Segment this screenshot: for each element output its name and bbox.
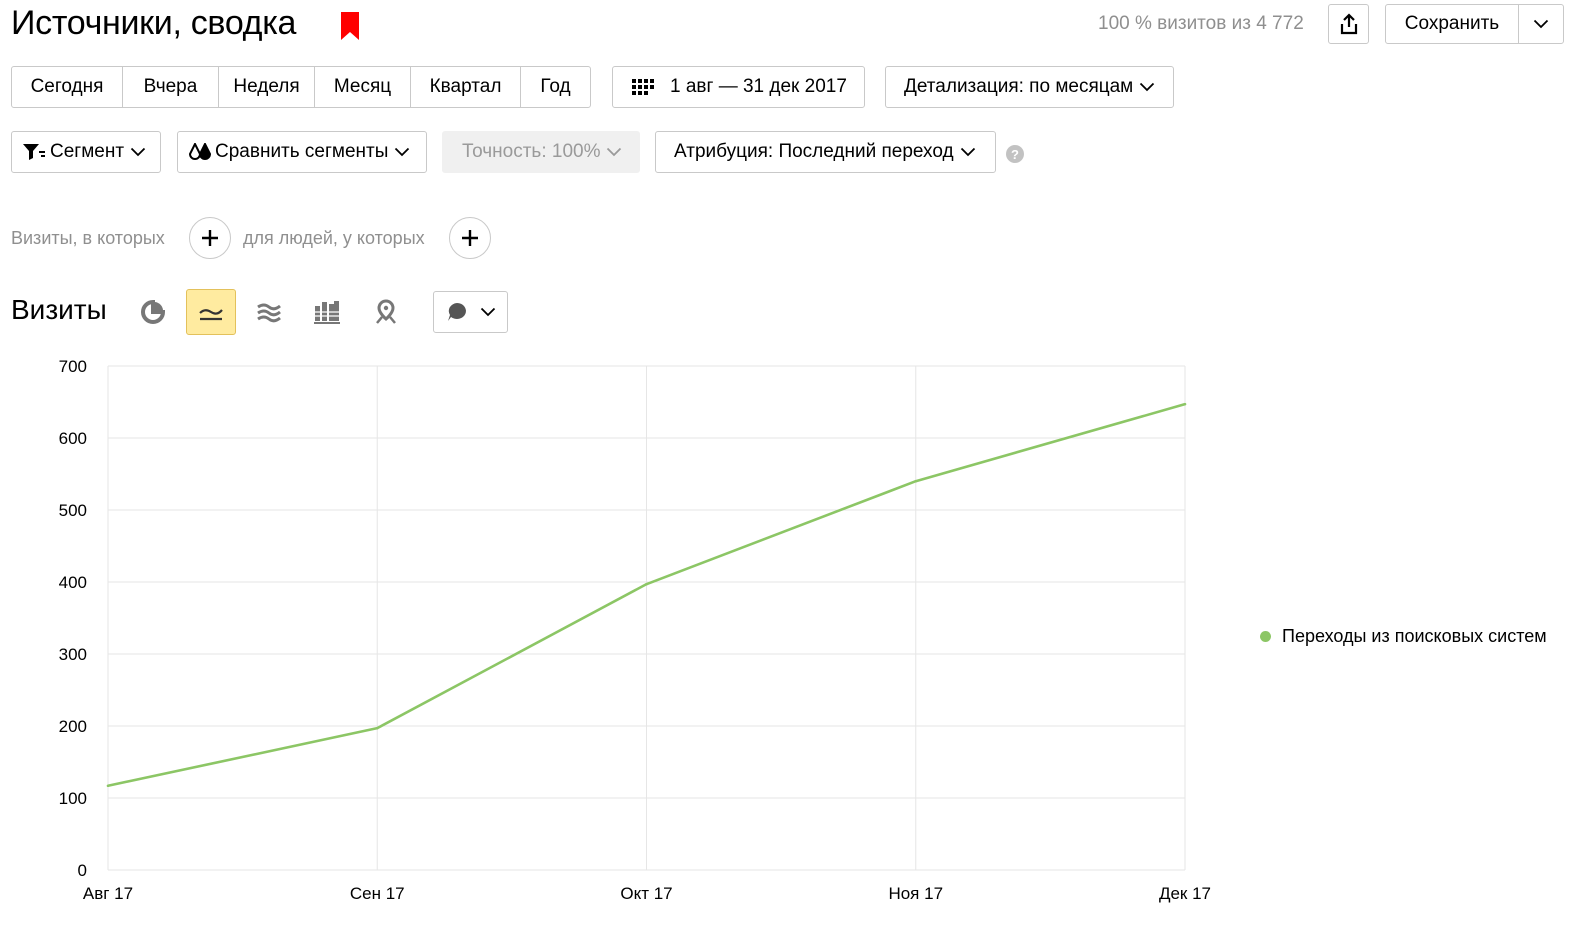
add-people-condition-button[interactable] <box>449 217 491 259</box>
y-tick-label: 400 <box>59 573 87 592</box>
date-range-label: 1 авг — 31 дек 2017 <box>670 76 847 97</box>
stacked-bar-icon <box>314 301 340 324</box>
chevron-down-icon <box>1533 19 1549 29</box>
chevron-down-icon <box>1140 82 1155 92</box>
area-icon <box>257 303 281 323</box>
segment-label: Сегмент <box>50 141 125 162</box>
data-point <box>914 479 918 483</box>
x-tick-label: Авг 17 <box>83 884 133 903</box>
visits-condition-label: Визиты, в которых <box>11 228 165 248</box>
pie-icon <box>141 300 165 324</box>
people-condition-label: для людей, у которых <box>243 228 425 248</box>
date-range-button[interactable]: 1 авг — 31 дек 2017 <box>612 66 865 108</box>
visits-line-chart: 0 100 200 300 400 500 600 700 Авг 17 Сен 17 Окт 17… <box>59 357 1211 903</box>
period-yesterday[interactable]: Вчера <box>123 67 219 107</box>
share-icon <box>1340 13 1357 35</box>
period-quarter[interactable]: Квартал <box>411 67 521 107</box>
x-tick-label: Дек 17 <box>1159 884 1211 903</box>
y-tick-label: 0 <box>78 861 87 880</box>
segment-dropdown[interactable]: Сегмент <box>11 131 161 173</box>
comment-icon <box>447 303 466 321</box>
map-icon <box>376 299 396 324</box>
accuracy-dropdown[interactable]: Точность: 100% <box>442 131 640 173</box>
plus-icon <box>202 230 218 246</box>
filter-icon <box>23 144 45 160</box>
data-point <box>645 582 648 586</box>
help-icon[interactable]: ? <box>1006 145 1024 163</box>
drops-icon <box>188 143 212 160</box>
save-button-group: Сохранить <box>1385 4 1564 44</box>
chevron-down-icon <box>130 147 146 157</box>
chart-legend[interactable]: Переходы из поисковых систем <box>1260 626 1547 647</box>
period-year[interactable]: Год <box>521 67 590 107</box>
chart-type-map[interactable] <box>361 289 411 335</box>
legend-label: Переходы из поисковых систем <box>1282 626 1547 646</box>
line-icon <box>199 309 223 321</box>
compare-segments-dropdown[interactable]: Сравнить сегменты <box>177 131 427 173</box>
y-tick-label: 300 <box>59 645 87 664</box>
page-title: Источники, сводка <box>11 4 297 42</box>
save-button[interactable]: Сохранить <box>1386 5 1519 43</box>
detail-dropdown[interactable]: Детализация: по месяцам <box>885 66 1174 108</box>
x-tick-label: Ноя 17 <box>888 884 943 903</box>
bookmark-icon[interactable] <box>341 12 359 40</box>
chevron-down-icon <box>607 147 622 157</box>
visits-info: 100 % визитов из 4 772 <box>1098 13 1304 34</box>
chevron-down-icon <box>480 307 495 317</box>
period-today[interactable]: Сегодня <box>12 67 123 107</box>
period-week[interactable]: Неделя <box>219 67 315 107</box>
period-month[interactable]: Месяц <box>315 67 411 107</box>
y-tick-label: 500 <box>59 501 87 520</box>
chevron-down-icon <box>395 147 410 157</box>
accuracy-label: Точность: 100% <box>462 141 601 162</box>
calendar-icon <box>632 79 654 95</box>
compare-segments-label: Сравнить сегменты <box>215 141 389 162</box>
x-tick-label: Окт 17 <box>620 884 672 903</box>
y-tick-label: 700 <box>59 357 87 376</box>
chart-type-pie[interactable] <box>128 289 178 335</box>
chevron-down-icon <box>960 147 975 157</box>
x-tick-label: Сен 17 <box>350 884 405 903</box>
data-point <box>1183 402 1187 406</box>
save-menu-button[interactable] <box>1519 5 1563 43</box>
attribution-label: Атрибуция: Последний переход <box>674 141 954 162</box>
y-tick-label: 100 <box>59 789 87 808</box>
data-point <box>106 784 110 788</box>
detail-label: Детализация: по месяцам <box>904 76 1134 97</box>
data-point <box>375 726 379 730</box>
chart-title: Визиты <box>11 294 107 325</box>
attribution-dropdown[interactable]: Атрибуция: Последний переход <box>655 131 996 173</box>
chart-type-line[interactable] <box>186 289 236 335</box>
annotations-dropdown[interactable] <box>433 291 508 333</box>
chart-type-area[interactable] <box>244 289 294 335</box>
add-visit-condition-button[interactable] <box>189 217 231 259</box>
legend-marker <box>1260 631 1271 642</box>
y-tick-label: 600 <box>59 429 87 448</box>
share-button[interactable] <box>1328 4 1369 44</box>
chart-type-stacked-bar[interactable] <box>302 289 352 335</box>
y-tick-label: 200 <box>59 717 87 736</box>
plus-icon <box>462 230 478 246</box>
period-selector: Сегодня Вчера Неделя Месяц Квартал Год <box>11 66 591 108</box>
